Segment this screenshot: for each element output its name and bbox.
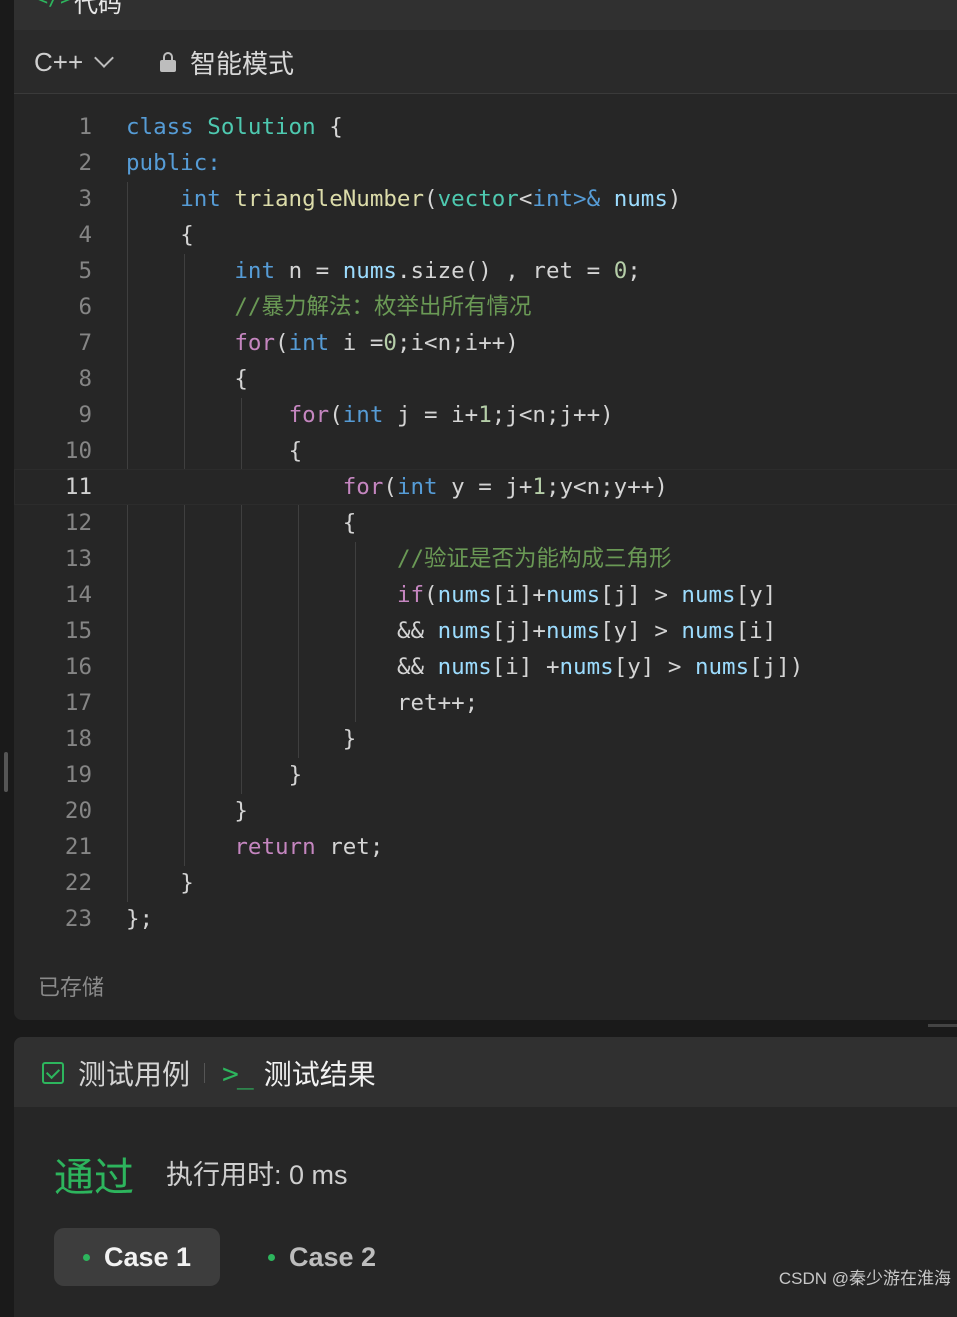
code-line[interactable]: 12 { — [14, 505, 957, 541]
pass-dot-icon — [268, 1253, 275, 1261]
line-number: 4 — [78, 222, 92, 248]
line-number: 1 — [78, 114, 92, 140]
line-number: 9 — [78, 402, 92, 428]
code-line[interactable]: 23}; — [14, 901, 957, 937]
line-number: 23 — [64, 906, 92, 932]
code-line[interactable]: 20 } — [14, 793, 957, 829]
line-number: 17 — [64, 690, 92, 716]
checkbox-icon — [42, 1062, 64, 1084]
line-number: 16 — [64, 654, 92, 680]
code-line[interactable]: 13 //验证是否为能构成三角形 — [14, 541, 957, 577]
language-select[interactable]: C++ — [34, 44, 115, 80]
execution-time: 执行用时: 0 ms — [166, 1160, 348, 1190]
pass-dot-icon — [82, 1253, 90, 1261]
saved-status: 已存储 — [38, 975, 105, 1000]
line-number: 12 — [64, 510, 92, 536]
case-label: Case 2 — [289, 1241, 377, 1272]
tab-testcase-label: 测试用例 — [78, 1059, 191, 1090]
panel-divider-handle[interactable] — [928, 1024, 957, 1027]
line-number: 19 — [64, 762, 92, 788]
code-line[interactable]: 8 { — [14, 361, 957, 397]
code-area[interactable]: 1 class Solution { 2 public: 3 int triangl… — [14, 109, 957, 937]
code-line[interactable]: 21 return ret; — [14, 829, 957, 865]
case-tab-2[interactable]: Case 2 — [268, 1228, 376, 1286]
mode-label: 智能模式 — [190, 48, 295, 79]
line-number: 11 — [64, 474, 92, 500]
line-number: 7 — [78, 330, 92, 356]
panel-title: 代码 — [74, 0, 122, 18]
chevron-down-icon — [94, 48, 115, 68]
line-number: 6 — [78, 294, 92, 320]
code-line[interactable]: 5 int n = nums.size() , ret = 0; — [14, 253, 957, 289]
code-line-active[interactable]: 11 for(int y = j+1;y<n;y++) — [14, 469, 957, 505]
code-editor-panel: </> 代码 C++ 智能模式 1class Solution { 2publi… — [14, 0, 957, 1020]
line-number: 13 — [64, 546, 92, 572]
code-line[interactable]: 9 for(int j = i+1;j<n;j++) — [14, 397, 957, 433]
result-status: 通过 — [54, 1156, 134, 1200]
code-line[interactable]: 3 int triangleNumber(vector<int>& nums) — [14, 181, 957, 217]
code-line[interactable]: 18 } — [14, 721, 957, 757]
line-number: 18 — [64, 726, 92, 752]
language-label: C++ — [34, 46, 84, 77]
code-line[interactable]: 4 { — [14, 217, 957, 253]
tab-test-result[interactable]: >_ 测试结果 — [222, 1053, 376, 1093]
lock-icon — [160, 52, 176, 72]
editor-toolbar: C++ 智能模式 — [14, 30, 957, 94]
code-line[interactable]: 17 ret++; — [14, 685, 957, 721]
line-number: 14 — [64, 582, 92, 608]
test-panel-header: 测试用例 >_ 测试结果 — [14, 1037, 957, 1107]
line-number: 3 — [78, 186, 92, 212]
line-number: 2 — [78, 150, 92, 176]
code-line[interactable]: 2 public: — [14, 145, 957, 181]
line-number: 5 — [78, 258, 92, 284]
line-number: 10 — [64, 438, 92, 464]
tab-testcase[interactable]: 测试用例 — [42, 1053, 190, 1093]
code-brackets-icon: </> — [36, 0, 72, 10]
code-line[interactable]: 6 //暴力解法：枚举出所有情况 — [14, 289, 957, 325]
panel-header: </> 代码 — [14, 0, 957, 30]
line-number: 22 — [64, 870, 92, 896]
smart-mode[interactable]: 智能模式 — [160, 44, 294, 80]
line-number: 20 — [64, 798, 92, 824]
code-line[interactable]: 10 { — [14, 433, 957, 469]
code-line[interactable]: 1 class Solution { — [14, 109, 957, 145]
case-tab-1[interactable]: Case 1 — [54, 1228, 220, 1286]
code-line[interactable]: 7 for(int i =0;i<n;i++) — [14, 325, 957, 361]
line-number: 15 — [64, 618, 92, 644]
panel-resize-handle[interactable] — [4, 752, 8, 792]
terminal-icon: >_ — [222, 1056, 254, 1090]
line-number: 21 — [64, 834, 92, 860]
code-line[interactable]: 14 if(nums[i]+nums[j] > nums[y] — [14, 577, 957, 613]
code-line[interactable]: 22 } — [14, 865, 957, 901]
code-line[interactable]: 16 && nums[i] +nums[y] > nums[j]) — [14, 649, 957, 685]
case-label: Case 1 — [103, 1241, 192, 1272]
code-line[interactable]: 19 } — [14, 757, 957, 793]
code-line[interactable]: 15 && nums[j]+nums[y] > nums[i] — [14, 613, 957, 649]
line-number: 8 — [78, 366, 92, 392]
watermark: CSDN @秦少游在淮海 — [778, 1269, 951, 1288]
tab-result-label: 测试结果 — [263, 1059, 376, 1090]
tab-separator — [204, 1063, 205, 1083]
